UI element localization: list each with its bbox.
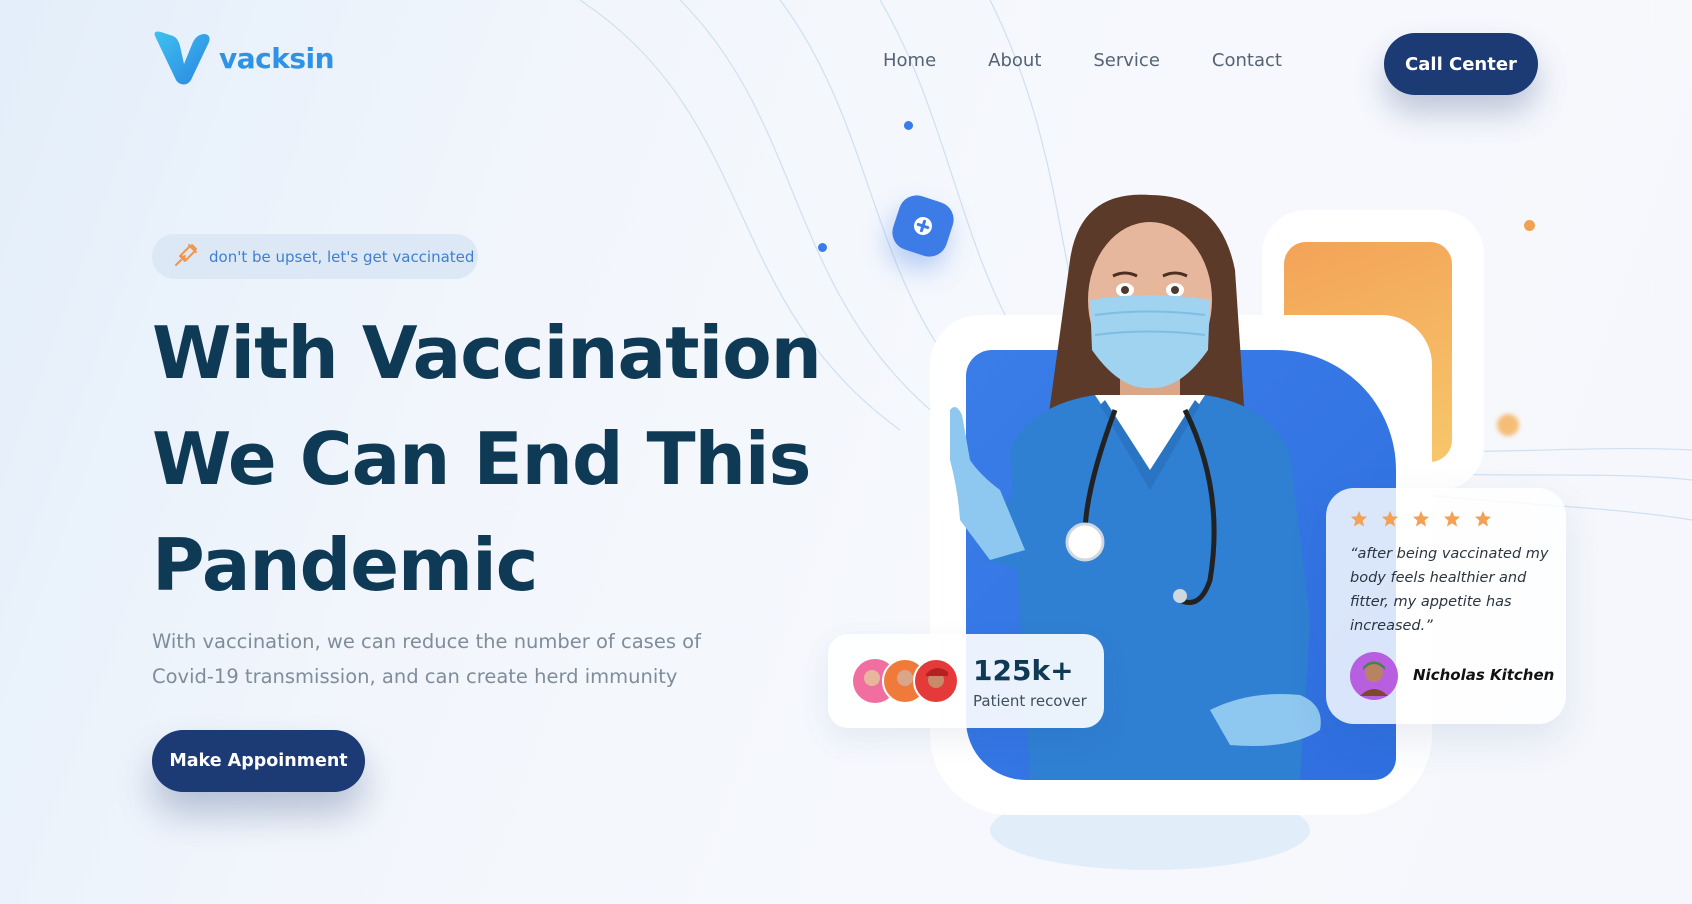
hero-tag-text: don't be upset, let's get vaccinated <box>209 247 475 266</box>
nav-contact[interactable]: Contact <box>1212 50 1282 71</box>
review-text: “after being vaccinated my body feels he… <box>1350 546 1549 634</box>
hero-tag: don't be upset, let's get vaccinated <box>152 234 478 279</box>
stat-label: Patient recover <box>973 692 1087 710</box>
headline-line-3: Pandemic <box>152 523 538 607</box>
star-icon <box>1443 510 1461 527</box>
review-card: “after being vaccinated my body feels he… <box>1326 488 1566 724</box>
star-icon <box>1412 510 1430 527</box>
nav-service[interactable]: Service <box>1093 50 1160 71</box>
decor-dot-1 <box>904 121 913 130</box>
patient-stat-card: 125k+ Patient recover <box>828 634 1104 728</box>
call-center-button[interactable]: Call Center <box>1384 33 1538 95</box>
patient-avatars <box>853 658 959 704</box>
decor-dot-3 <box>1524 220 1535 231</box>
reviewer-avatar <box>1350 652 1398 700</box>
headline-line-1: With Vaccination <box>152 311 822 395</box>
brand-logo[interactable]: vacksin <box>151 30 335 86</box>
hero-headline: With Vaccination We Can End This Pandemi… <box>152 300 832 618</box>
star-icon <box>1381 510 1399 527</box>
nav-home[interactable]: Home <box>883 50 936 71</box>
star-icon <box>1350 510 1368 527</box>
rating-stars <box>1350 510 1492 528</box>
main-nav: Home About Service Contact <box>883 50 1334 71</box>
nav-about[interactable]: About <box>988 50 1041 71</box>
reviewer-name: Nicholas Kitchen <box>1413 666 1555 684</box>
brand-name: vacksin <box>219 41 335 75</box>
syringe-icon <box>175 243 197 266</box>
headline-line-2: We Can End This <box>152 417 811 501</box>
decor-dot-4 <box>1497 414 1519 436</box>
decor-dot-2 <box>818 243 827 252</box>
stat-value: 125k+ <box>973 654 1074 687</box>
shield-icon <box>914 217 932 235</box>
hero-subtext: With vaccination, we can reduce the numb… <box>152 630 701 688</box>
make-appointment-button[interactable]: Make Appoinment <box>152 730 365 792</box>
star-icon <box>1474 510 1492 527</box>
vacksin-logo-icon <box>154 31 210 85</box>
